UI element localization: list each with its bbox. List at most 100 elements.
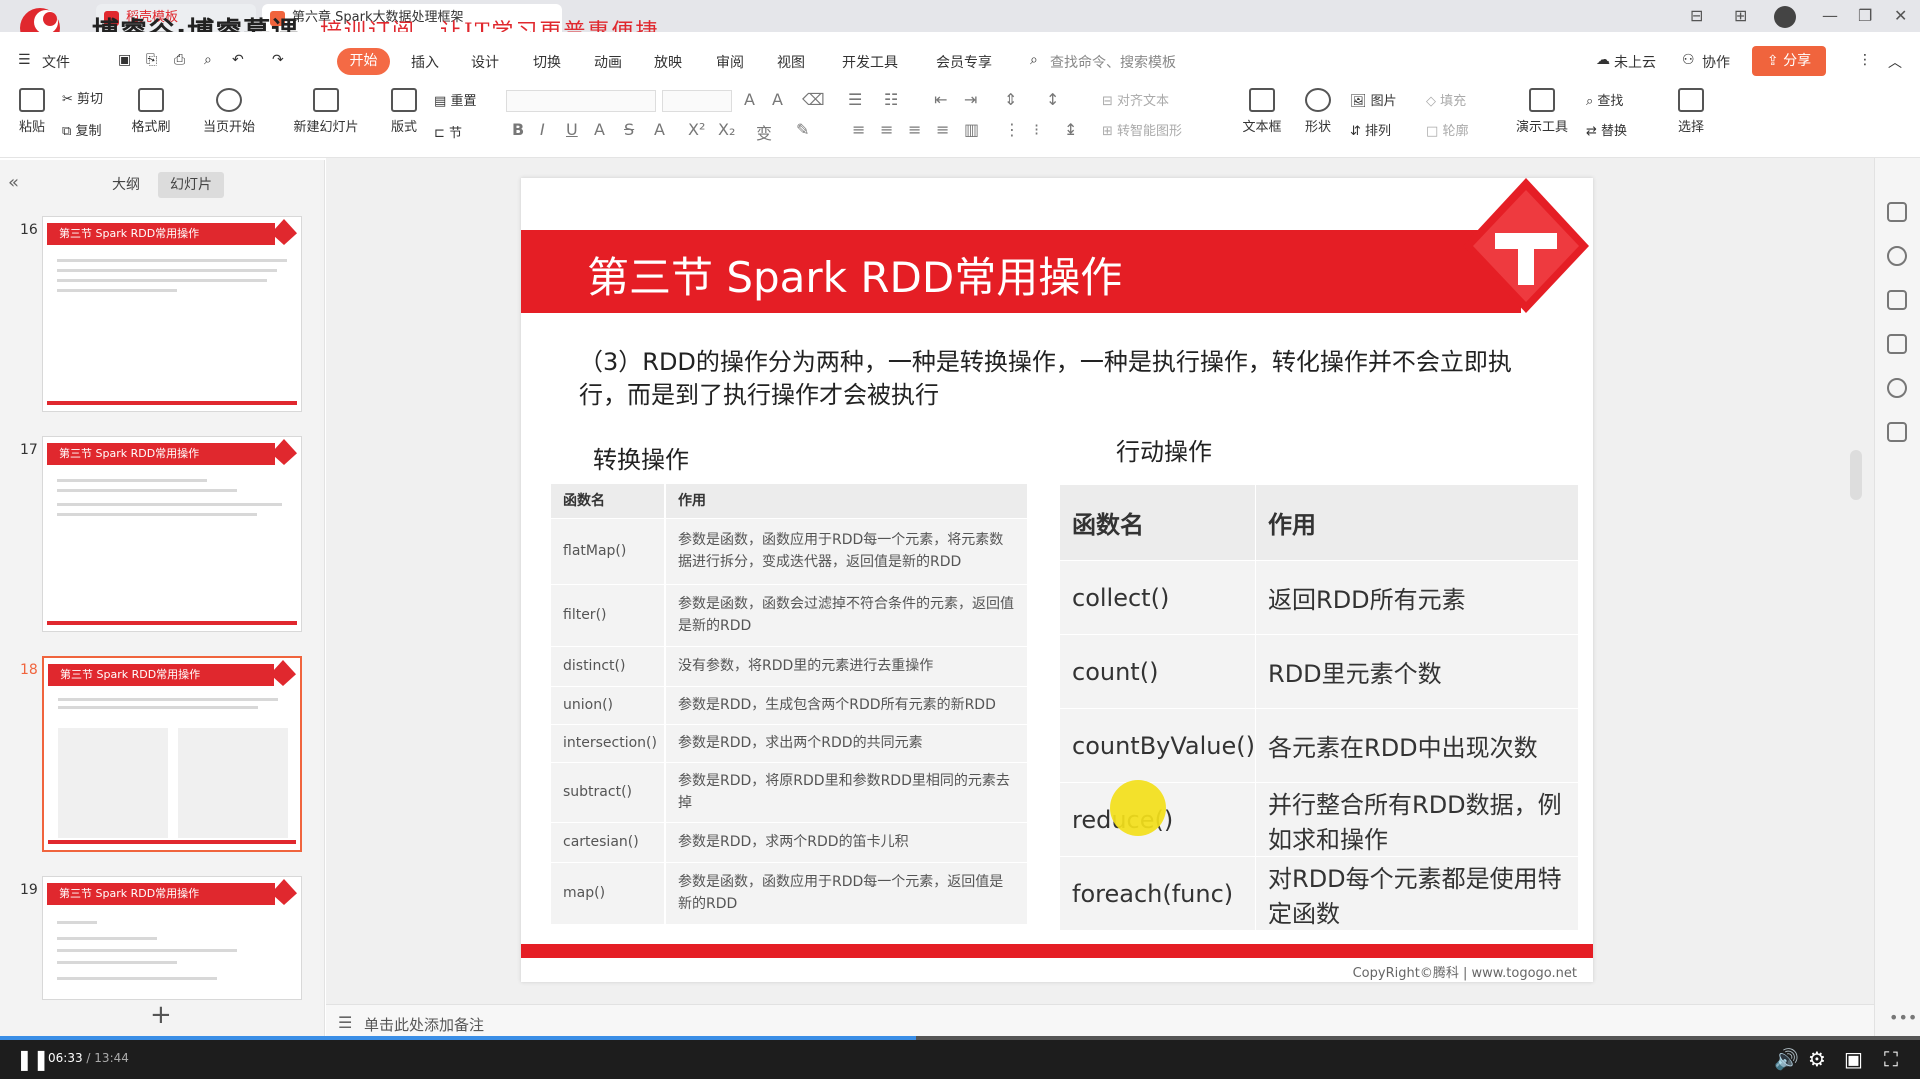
line-spacing-icon[interactable]: ↕ [1046, 90, 1059, 109]
reset-button[interactable]: ▤ 重置 [434, 90, 494, 109]
para-spacing-icon[interactable]: ⁝ [1034, 120, 1039, 139]
reading-mode-icon[interactable]: ⊟ [1690, 6, 1703, 25]
slide-thumbnail[interactable]: 第三节 Spark RDD常用操作 [42, 216, 302, 412]
bold-icon[interactable]: B [512, 120, 524, 139]
print-icon[interactable]: ⎙ [174, 52, 185, 68]
search-icon[interactable]: ⌕ [1030, 52, 1038, 68]
underline-icon[interactable]: U [566, 120, 578, 139]
notes-bar[interactable]: ☰ 单击此处添加备注 [326, 1004, 1874, 1040]
add-slide-icon[interactable]: + [150, 1000, 172, 1030]
indent-icon[interactable]: ⇥ [964, 90, 977, 109]
hamburger-icon[interactable]: ☰ [18, 52, 31, 68]
tab-outline[interactable]: 大纲 [100, 172, 152, 198]
numbering-icon[interactable]: ☷ [884, 90, 898, 109]
command-search[interactable]: 查找命令、搜索模板 [1050, 52, 1176, 72]
outdent-icon[interactable]: ⇤ [934, 90, 947, 109]
italic-icon[interactable]: I [540, 120, 545, 139]
font-color-icon[interactable]: A [654, 120, 665, 139]
location-icon[interactable] [1887, 378, 1907, 398]
grow-font-icon[interactable]: A [744, 90, 755, 109]
paste-button[interactable]: 粘贴 [12, 88, 52, 135]
preview-icon[interactable]: ⌕ [204, 52, 212, 68]
shrink-font-icon[interactable]: A [772, 90, 783, 109]
restore-icon[interactable]: ❐ [1858, 6, 1872, 25]
close-icon[interactable]: ✕ [1894, 6, 1907, 25]
book-icon[interactable] [1887, 422, 1907, 442]
save-icon[interactable]: ▣ [118, 52, 131, 68]
settings-gear-icon[interactable]: ⚙ [1808, 1047, 1826, 1071]
font-family-select[interactable] [506, 90, 656, 112]
find-button[interactable]: ⌕ 查找 [1586, 90, 1646, 109]
fullscreen-icon[interactable]: ⛶ [1884, 1047, 1898, 1071]
arrange-button[interactable]: ⇵ 排列 [1350, 120, 1420, 139]
slide[interactable]: 第三节 Spark RDD常用操作 （3）RDD的操作分为两种，一种是转换操作，… [521, 178, 1593, 982]
undo-icon[interactable]: ↶ [232, 52, 244, 68]
menu-developer[interactable]: 开发工具 [842, 52, 898, 72]
select-button[interactable]: 选择 [1668, 88, 1714, 135]
notes-placeholder[interactable]: 单击此处添加备注 [364, 1014, 484, 1035]
align-center-icon[interactable]: ≡ [880, 120, 893, 139]
shape-button[interactable]: 形状 [1298, 88, 1338, 135]
new-slide-button[interactable]: 新建幻灯片 [286, 88, 366, 135]
align-right-icon[interactable]: ≡ [908, 120, 921, 139]
collapse-ribbon-icon[interactable]: ︿ [1888, 52, 1902, 72]
textbox-button[interactable]: 文本框 [1234, 88, 1290, 135]
text-direction-icon[interactable]: ⇕ [1004, 90, 1017, 109]
picture-button[interactable]: 🖼 图片 [1350, 90, 1420, 109]
strike-icon[interactable]: S [624, 120, 634, 139]
pin-icon[interactable] [1887, 246, 1907, 266]
section-button[interactable]: ⊏ 节 [434, 122, 494, 141]
columns-icon[interactable]: ⋮ [1004, 120, 1020, 139]
spacing-icon[interactable]: ↨ [1064, 120, 1077, 139]
menu-design[interactable]: 设计 [471, 52, 499, 72]
menu-member[interactable]: 会员专享 [936, 52, 992, 72]
pause-icon[interactable]: ❚❚ [16, 1047, 50, 1071]
tab-slides[interactable]: 幻灯片 [158, 172, 224, 198]
menu-view[interactable]: 视图 [777, 52, 805, 72]
clear-format-icon[interactable]: ⌫ [802, 90, 825, 109]
convert-smartart-button[interactable]: ⊞ 转智能图形 [1102, 120, 1214, 139]
menu-insert[interactable]: 插入 [411, 52, 439, 72]
menu-transition[interactable]: 切换 [533, 52, 561, 72]
more-icon[interactable]: ⋮ [1858, 52, 1872, 68]
align-left-icon[interactable]: ≡ [852, 120, 865, 139]
export-icon[interactable]: ⎘ [146, 52, 157, 68]
presenter-tools-button[interactable]: 演示工具 [1506, 88, 1578, 135]
start-current-button[interactable]: 当页开始 [196, 88, 262, 135]
superscript-icon[interactable]: X² [688, 120, 705, 139]
cloud-status[interactable]: 未上云 [1614, 52, 1656, 72]
grid-icon[interactable]: ⊞ [1734, 6, 1747, 25]
fill-button[interactable]: ◇ 填充 [1426, 90, 1490, 109]
cut-button[interactable]: ✂ 剪切 [62, 88, 122, 107]
layout-button[interactable]: 版式 [382, 88, 426, 135]
strikethrough-icon[interactable]: A [594, 120, 605, 139]
format-painter-button[interactable]: 格式刷 [126, 88, 176, 135]
font-size-select[interactable] [662, 90, 732, 112]
volume-icon[interactable]: 🔊 [1774, 1047, 1799, 1071]
slide-thumbnail[interactable]: 第三节 Spark RDD常用操作 [42, 436, 302, 632]
copy-panel-icon[interactable] [1887, 290, 1907, 310]
menu-file[interactable]: 文件 [42, 52, 70, 72]
settings-sliders-icon[interactable] [1887, 202, 1907, 222]
menu-start[interactable]: 开始 [337, 48, 390, 75]
highlight-icon[interactable]: ✎ [796, 120, 809, 139]
outline-button[interactable]: □ 轮廓 [1426, 120, 1490, 139]
avatar[interactable] [1774, 6, 1796, 28]
menu-animation[interactable]: 动画 [594, 52, 622, 72]
copy-button[interactable]: ⧉ 复制 [62, 120, 122, 139]
align-text-button[interactable]: ⊟ 对齐文本 [1102, 90, 1202, 109]
captions-icon[interactable]: ▣ [1844, 1047, 1863, 1071]
replace-button[interactable]: ⇄ 替换 [1586, 120, 1656, 139]
slide-thumbnail[interactable]: 第三节 Spark RDD常用操作 [42, 876, 302, 1000]
char-spacing-icon[interactable]: 变 [756, 120, 772, 144]
bullets-icon[interactable]: ☰ [848, 90, 862, 109]
menu-review[interactable]: 审阅 [716, 52, 744, 72]
collab-button[interactable]: 协作 [1702, 52, 1730, 72]
distribute-icon[interactable]: ▥ [964, 120, 979, 139]
share-button[interactable]: ⇪ 分享 [1752, 46, 1826, 76]
justify-icon[interactable]: ≡ [936, 120, 949, 139]
gallery-icon[interactable] [1887, 334, 1907, 354]
slide-thumbnail-selected[interactable]: 第三节 Spark RDD常用操作 [42, 656, 302, 852]
redo-icon[interactable]: ↷ [272, 52, 284, 68]
minimize-icon[interactable]: — [1822, 6, 1838, 25]
